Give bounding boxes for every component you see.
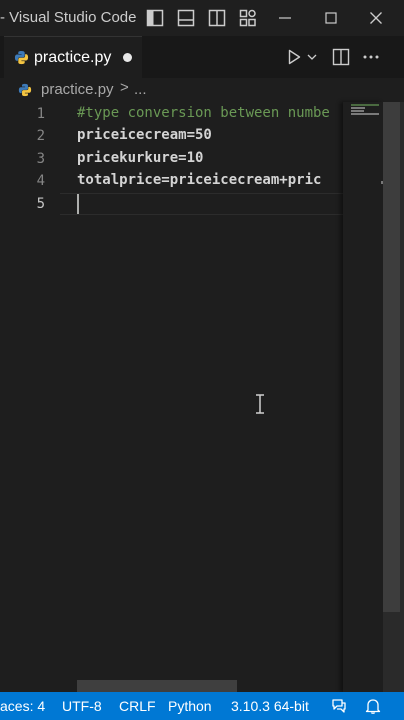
- code-text: priceicecream=50: [77, 127, 212, 143]
- line-number: 2: [36, 128, 45, 144]
- window-title: - Visual Studio Code: [0, 9, 137, 26]
- vertical-scrollbar[interactable]: [383, 102, 404, 692]
- code-line[interactable]: 2 priceicecream=50: [0, 125, 343, 147]
- minimap[interactable]: [343, 102, 383, 692]
- status-bar: aces: 4 UTF-8 CRLF Python 3.10.3 64-bit: [0, 692, 404, 720]
- text-cursor: [77, 194, 79, 214]
- feedback-icon[interactable]: [330, 697, 348, 715]
- more-actions-icon[interactable]: [361, 48, 381, 66]
- status-interpreter[interactable]: 3.10.3 64-bit: [231, 698, 309, 714]
- toggle-secondary-sidebar-icon[interactable]: [208, 9, 226, 27]
- minimap-preview: [351, 104, 379, 115]
- horizontal-scrollbar-thumb[interactable]: [77, 680, 237, 692]
- code-line[interactable]: 4 totalprice=priceicecream+pric: [0, 170, 343, 192]
- code-line[interactable]: 1 #type conversion between numbe: [0, 103, 343, 125]
- status-encoding[interactable]: UTF-8: [62, 698, 102, 714]
- breadcrumb-symbol[interactable]: ...: [134, 81, 147, 98]
- breadcrumb-separator: >: [120, 79, 129, 96]
- python-file-icon: [18, 83, 32, 97]
- tab-practice-py[interactable]: practice.py: [4, 36, 142, 79]
- notifications-bell-icon[interactable]: [364, 697, 382, 715]
- code-editor[interactable]: 1 #type conversion between numbe 2 price…: [0, 102, 343, 692]
- code-text: pricekurkure=10: [77, 150, 204, 166]
- customize-layout-icon[interactable]: [239, 9, 257, 27]
- line-number: 4: [36, 173, 45, 189]
- line-number: 3: [36, 151, 45, 167]
- python-file-icon: [14, 50, 29, 65]
- unsaved-changes-dot[interactable]: [123, 53, 132, 62]
- current-line-highlight: [60, 193, 343, 215]
- editor-tab-bar: practice.py: [0, 36, 404, 79]
- line-number: 1: [36, 106, 45, 122]
- title-bar: - Visual Studio Code: [0, 0, 404, 36]
- split-editor-icon[interactable]: [332, 48, 350, 66]
- line-number: 5: [36, 196, 45, 212]
- status-indentation[interactable]: aces: 4: [0, 698, 45, 714]
- tab-label: practice.py: [34, 49, 112, 66]
- chevron-down-icon[interactable]: [306, 51, 318, 63]
- code-text: #type conversion between numbe: [77, 105, 330, 121]
- mouse-ibeam-cursor-icon: [256, 394, 264, 414]
- vertical-scrollbar-thumb[interactable]: [383, 102, 400, 612]
- status-language[interactable]: Python: [168, 698, 212, 714]
- status-eol[interactable]: CRLF: [119, 698, 156, 714]
- maximize-icon[interactable]: [322, 9, 340, 27]
- breadcrumb-file[interactable]: practice.py: [41, 81, 114, 98]
- code-line-current[interactable]: 5: [0, 193, 343, 215]
- minimize-icon[interactable]: [276, 9, 294, 27]
- run-python-file-icon[interactable]: [285, 48, 303, 66]
- close-icon[interactable]: [367, 9, 385, 27]
- toggle-panel-icon[interactable]: [177, 9, 195, 27]
- toggle-primary-sidebar-icon[interactable]: [146, 9, 164, 27]
- code-text: totalprice=priceicecream+pric: [77, 172, 322, 188]
- code-line[interactable]: 3 pricekurkure=10: [0, 148, 343, 170]
